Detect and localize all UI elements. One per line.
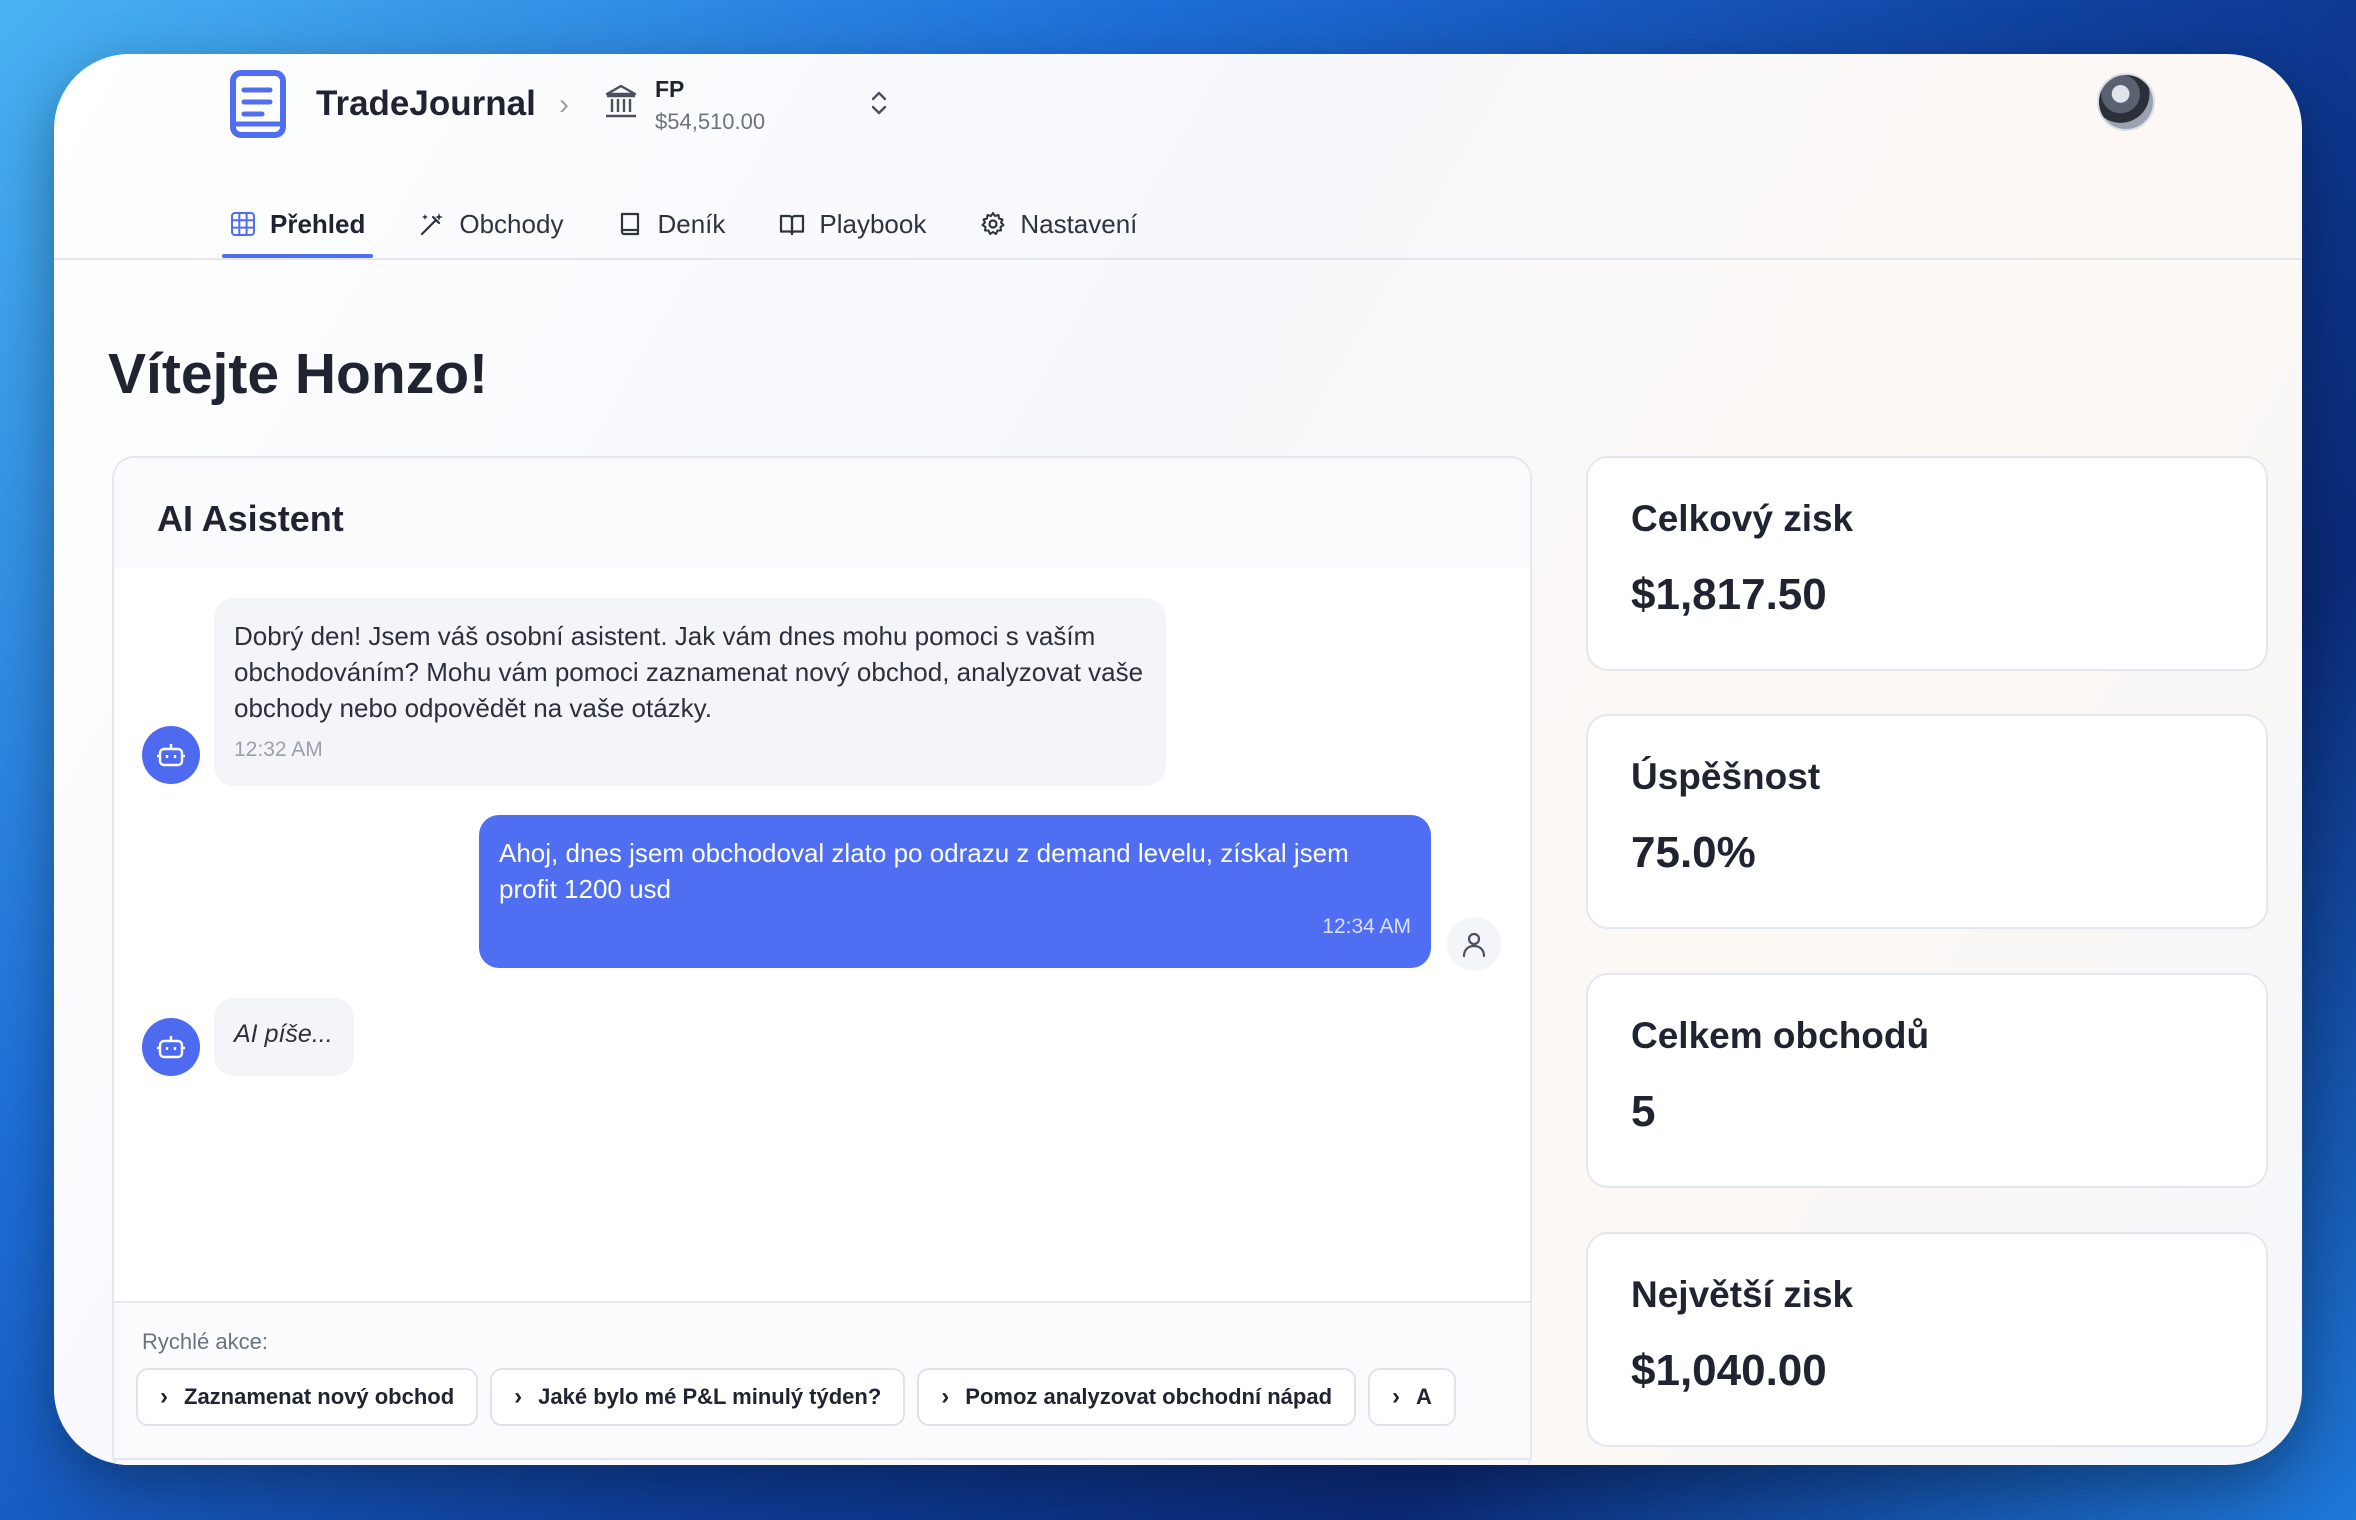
top-header: TradeJournal › FP $54,510.00 Přehled Obc… xyxy=(54,54,2302,260)
ai-assistant-card: AI Asistent Dobrý den! Jsem váš osobní a… xyxy=(112,456,1532,1465)
stat-value: 75.0% xyxy=(1631,828,1756,877)
quick-actions-label: Rychlé akce: xyxy=(142,1329,268,1354)
typing-text: AI píše... xyxy=(234,1020,333,1048)
stat-label: Celkový zisk xyxy=(1631,498,1854,539)
chevron-right-icon: › xyxy=(514,1383,523,1410)
bank-icon xyxy=(605,84,637,118)
tab-label: Playbook xyxy=(819,208,927,239)
quick-action-weekly-pnl[interactable]: › Jaké bylo mé P&L minulý týden? xyxy=(490,1368,906,1426)
quick-action-analyze-idea[interactable]: › Pomoz analyzovat obchodní nápad xyxy=(917,1368,1357,1426)
stat-value: $1,040.00 xyxy=(1631,1346,1827,1395)
breadcrumb-separator: › xyxy=(559,88,569,121)
chevron-right-icon: › xyxy=(160,1383,168,1410)
chip-label: A xyxy=(1416,1384,1432,1409)
chat-title: AI Asistent xyxy=(157,498,344,539)
bot-typing-indicator: AI píše... xyxy=(214,998,354,1076)
notebook-icon xyxy=(621,212,640,236)
tab-denik[interactable]: Deník xyxy=(609,190,733,258)
chip-label: Pomoz analyzovat obchodní nápad xyxy=(965,1384,1333,1409)
stat-card-largest-profit: Největší zisk $1,040.00 xyxy=(1586,1232,2268,1447)
chip-label: Zaznamenat nový obchod xyxy=(184,1384,455,1409)
grid-icon xyxy=(231,212,255,236)
tab-label: Nastavení xyxy=(1020,208,1138,239)
tab-prehled[interactable]: Přehled xyxy=(222,190,374,258)
stat-card-win-rate: Úspěšnost 75.0% xyxy=(1586,714,2268,929)
tab-label: Obchody xyxy=(459,208,564,239)
tab-label: Přehled xyxy=(270,208,366,239)
main-tabs: Přehled Obchody Deník Playbook Nastavení xyxy=(222,190,1183,258)
bot-avatar xyxy=(142,726,200,784)
quick-action-log-trade[interactable]: › Zaznamenat nový obchod xyxy=(136,1368,479,1426)
message-text: Ahoj, dnes jsem obchodoval zlato po odra… xyxy=(499,838,1349,904)
journal-logo-icon[interactable] xyxy=(230,70,286,138)
stat-label: Úspěšnost xyxy=(1631,756,1821,797)
stat-value: $1,817.50 xyxy=(1631,570,1827,619)
message-time: 12:34 AM xyxy=(1322,915,1411,938)
tab-playbook[interactable]: Playbook xyxy=(771,190,934,258)
robot-icon xyxy=(157,744,185,767)
account-balance: $54,510.00 xyxy=(655,109,766,134)
bot-message: Dobrý den! Jsem váš osobní asistent. Jak… xyxy=(214,598,1166,786)
open-book-icon xyxy=(780,214,805,236)
gear-icon xyxy=(981,212,1005,235)
quick-action-more[interactable]: › A xyxy=(1368,1368,1456,1426)
user-avatar[interactable] xyxy=(2097,73,2155,131)
account-name[interactable]: FP xyxy=(655,76,684,103)
app-name[interactable]: TradeJournal xyxy=(316,84,536,124)
bot-avatar xyxy=(142,1018,200,1076)
stat-card-total-profit: Celkový zisk $1,817.50 xyxy=(1586,456,2268,671)
stat-label: Celkem obchodů xyxy=(1631,1015,1930,1056)
stat-label: Největší zisk xyxy=(1631,1274,1854,1315)
chevron-right-icon: › xyxy=(941,1383,950,1410)
message-text: Dobrý den! Jsem váš osobní asistent. Jak… xyxy=(234,621,1144,723)
message-time: 12:32 AM xyxy=(234,738,323,761)
header-divider xyxy=(54,258,2302,260)
stat-value: 5 xyxy=(1631,1087,1656,1136)
quick-actions: Rychlé akce: › Zaznamenat nový obchod › … xyxy=(114,1301,1530,1465)
tab-nastaveni[interactable]: Nastavení xyxy=(972,190,1145,258)
user-message-avatar xyxy=(1447,917,1501,971)
tab-label: Deník xyxy=(657,208,726,239)
tab-obchody[interactable]: Obchody xyxy=(411,190,571,258)
app-window: TradeJournal › FP $54,510.00 Přehled Obc… xyxy=(54,54,2302,1465)
magic-wand-icon xyxy=(421,213,444,236)
stat-card-total-trades: Celkem obchodů 5 xyxy=(1586,973,2268,1188)
chevron-right-icon: › xyxy=(1392,1383,1401,1410)
user-message: Ahoj, dnes jsem obchodoval zlato po odra… xyxy=(479,815,1431,968)
chevron-up-down-icon[interactable] xyxy=(868,87,890,119)
robot-icon xyxy=(157,1036,185,1059)
page-title: Vítejte Honzo! xyxy=(108,342,488,406)
user-icon xyxy=(1462,932,1486,958)
chat-input-divider xyxy=(114,1458,1530,1460)
chip-label: Jaké bylo mé P&L minulý týden? xyxy=(538,1384,882,1409)
quick-actions-row[interactable]: › Zaznamenat nový obchod › Jaké bylo mé … xyxy=(136,1368,1506,1428)
